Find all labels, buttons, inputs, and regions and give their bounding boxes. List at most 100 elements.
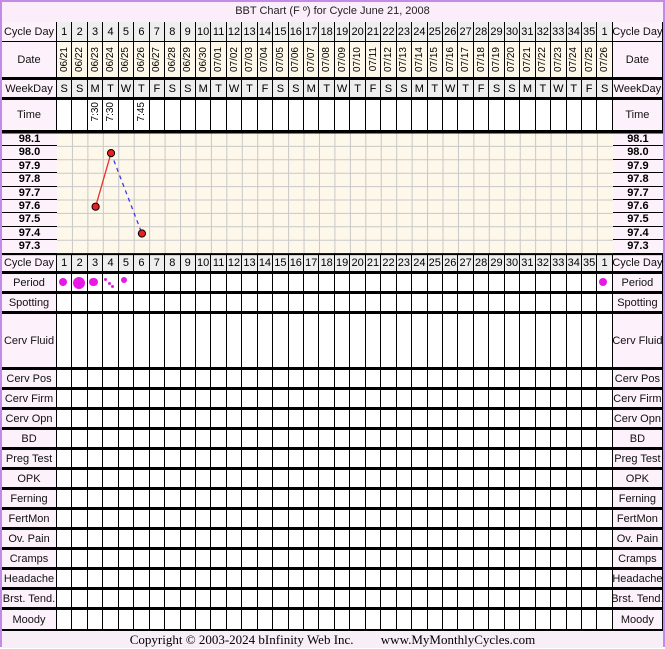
period-cell[interactable] [242, 274, 258, 294]
preg-test-cell[interactable] [319, 450, 335, 470]
preg-test-cell[interactable] [350, 450, 366, 470]
cerv-opn-cell[interactable] [489, 410, 505, 430]
ferning-cell[interactable] [443, 490, 459, 510]
headache-cell[interactable] [443, 570, 459, 590]
cerv-opn-cell[interactable] [195, 410, 212, 430]
ferning-cell[interactable] [195, 490, 212, 510]
cerv-opn-cell[interactable] [381, 410, 397, 430]
spotting-cell[interactable] [149, 294, 166, 314]
preg-test-cell[interactable] [304, 450, 320, 470]
time-cell[interactable] [149, 100, 166, 133]
ferning-cell[interactable] [504, 490, 521, 510]
ov-pain-cell[interactable] [165, 530, 181, 550]
fertmon-cell[interactable] [319, 510, 335, 530]
cramps-cell[interactable] [489, 550, 505, 570]
cerv-pos-cell[interactable] [458, 370, 474, 390]
ferning-cell[interactable] [427, 490, 443, 510]
cerv-fluid-cell[interactable] [288, 314, 305, 370]
preg-test-cell[interactable] [412, 450, 428, 470]
moody-cell[interactable] [581, 610, 598, 630]
brst-tend-cell[interactable] [396, 590, 413, 610]
moody-cell[interactable] [520, 610, 536, 630]
brst-tend-cell[interactable] [381, 590, 397, 610]
cerv-pos-cell[interactable] [597, 370, 613, 390]
period-cell[interactable] [473, 274, 490, 294]
spotting-cell[interactable] [180, 294, 196, 314]
cerv-firm-cell[interactable] [72, 390, 88, 410]
time-cell[interactable]: 7:30 [87, 100, 104, 133]
moody-cell[interactable] [473, 610, 490, 630]
headache-cell[interactable] [396, 570, 413, 590]
cerv-pos-cell[interactable] [489, 370, 505, 390]
preg-test-cell[interactable] [118, 450, 135, 470]
cerv-fluid-cell[interactable] [427, 314, 443, 370]
cerv-opn-cell[interactable] [118, 410, 135, 430]
time-cell[interactable] [319, 100, 335, 133]
headache-cell[interactable] [581, 570, 598, 590]
cramps-cell[interactable] [226, 550, 243, 570]
ferning-cell[interactable] [458, 490, 474, 510]
cerv-pos-cell[interactable] [396, 370, 413, 390]
time-cell[interactable] [473, 100, 490, 133]
cerv-firm-cell[interactable] [581, 390, 598, 410]
ferning-cell[interactable] [581, 490, 598, 510]
opk-cell[interactable] [103, 470, 119, 490]
preg-test-cell[interactable] [381, 450, 397, 470]
cerv-pos-cell[interactable] [473, 370, 490, 390]
headache-cell[interactable] [458, 570, 474, 590]
ov-pain-cell[interactable] [149, 530, 166, 550]
spotting-cell[interactable] [581, 294, 598, 314]
cerv-firm-cell[interactable] [149, 390, 166, 410]
headache-cell[interactable] [597, 570, 613, 590]
cerv-firm-cell[interactable] [504, 390, 521, 410]
period-cell[interactable] [581, 274, 598, 294]
spotting-cell[interactable] [535, 294, 552, 314]
time-cell[interactable] [504, 100, 521, 133]
bd-cell[interactable] [211, 430, 227, 450]
period-cell[interactable] [195, 274, 212, 294]
spotting-cell[interactable] [597, 294, 613, 314]
headache-cell[interactable] [103, 570, 119, 590]
time-cell[interactable] [195, 100, 212, 133]
cramps-cell[interactable] [381, 550, 397, 570]
ov-pain-cell[interactable] [597, 530, 613, 550]
time-cell[interactable] [288, 100, 305, 133]
moody-cell[interactable] [118, 610, 135, 630]
headache-cell[interactable] [226, 570, 243, 590]
bd-cell[interactable] [103, 430, 119, 450]
ov-pain-cell[interactable] [396, 530, 413, 550]
headache-cell[interactable] [165, 570, 181, 590]
headache-cell[interactable] [57, 570, 73, 590]
fertmon-cell[interactable] [57, 510, 73, 530]
cerv-pos-cell[interactable] [103, 370, 119, 390]
cerv-fluid-cell[interactable] [520, 314, 536, 370]
bd-cell[interactable] [118, 430, 135, 450]
time-cell[interactable] [118, 100, 135, 133]
cerv-pos-cell[interactable] [273, 370, 289, 390]
ferning-cell[interactable] [180, 490, 196, 510]
cramps-cell[interactable] [365, 550, 382, 570]
cerv-pos-cell[interactable] [118, 370, 135, 390]
spotting-cell[interactable] [211, 294, 227, 314]
moody-cell[interactable] [319, 610, 335, 630]
bd-cell[interactable] [180, 430, 196, 450]
period-cell[interactable] [149, 274, 166, 294]
cramps-cell[interactable] [149, 550, 166, 570]
cerv-firm-cell[interactable] [350, 390, 366, 410]
brst-tend-cell[interactable] [427, 590, 443, 610]
opk-cell[interactable] [304, 470, 320, 490]
cerv-pos-cell[interactable] [304, 370, 320, 390]
time-cell[interactable] [350, 100, 366, 133]
headache-cell[interactable] [365, 570, 382, 590]
ov-pain-cell[interactable] [288, 530, 305, 550]
time-cell[interactable] [443, 100, 459, 133]
ferning-cell[interactable] [520, 490, 536, 510]
ov-pain-cell[interactable] [226, 530, 243, 550]
cerv-pos-cell[interactable] [412, 370, 428, 390]
cerv-opn-cell[interactable] [149, 410, 166, 430]
headache-cell[interactable] [118, 570, 135, 590]
cerv-pos-cell[interactable] [165, 370, 181, 390]
moody-cell[interactable] [180, 610, 196, 630]
ov-pain-cell[interactable] [103, 530, 119, 550]
cerv-firm-cell[interactable] [103, 390, 119, 410]
